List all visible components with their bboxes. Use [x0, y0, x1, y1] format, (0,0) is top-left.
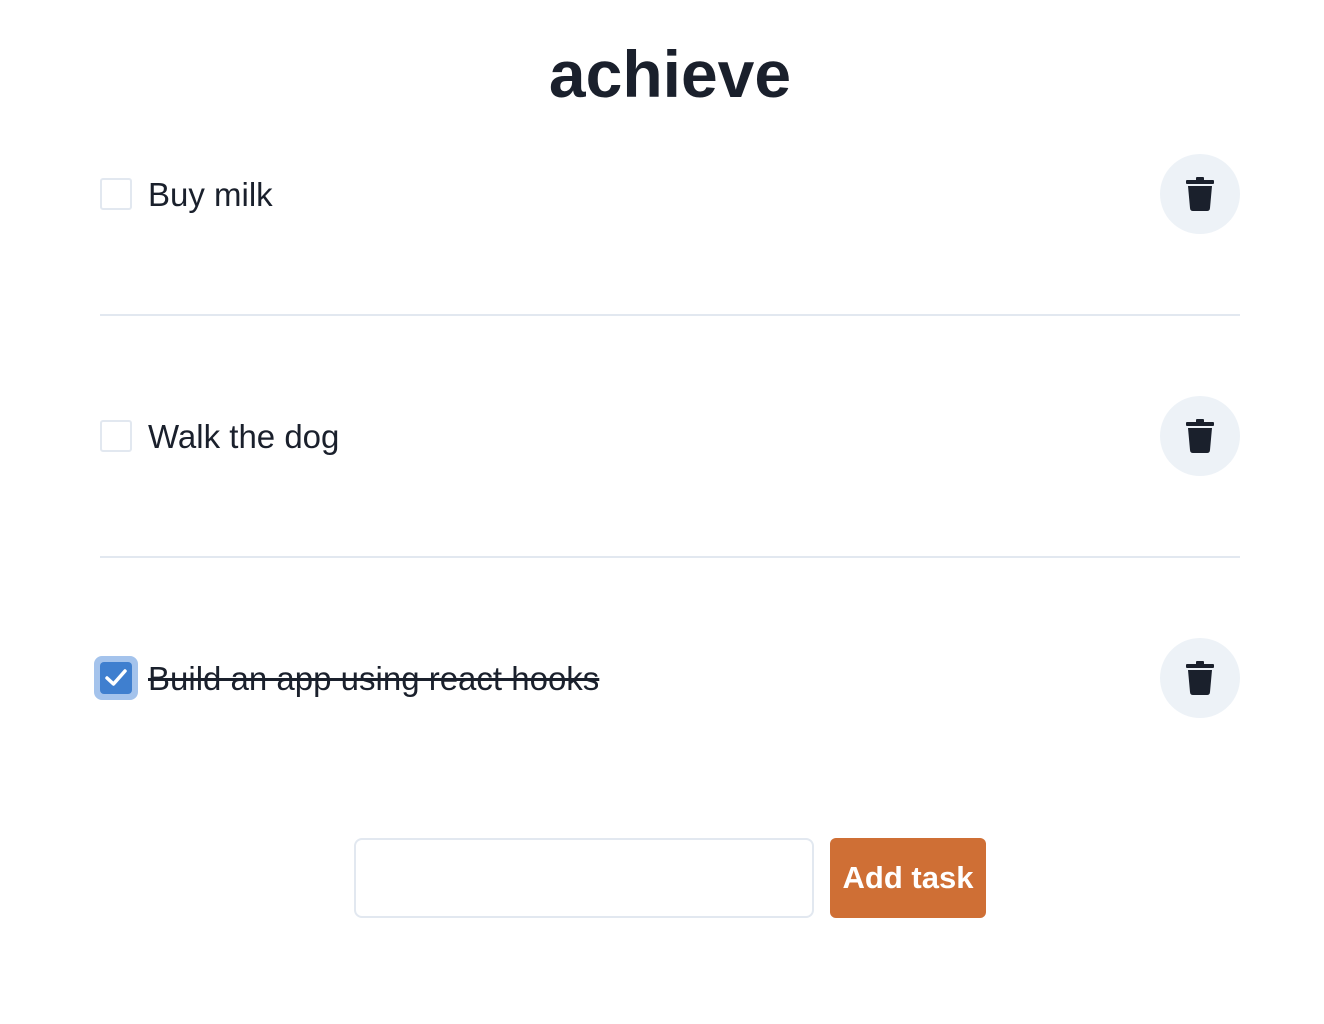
task-label-completed: Build an app using react hooks	[148, 660, 600, 697]
todo-page: achieve Buy milk Walk the dog Build an a…	[0, 0, 1324, 1024]
trash-icon	[1186, 419, 1214, 453]
task-item: Build an app using react hooks	[94, 638, 1240, 718]
task-label: Walk the dog	[148, 418, 340, 455]
add-task-button[interactable]: Add task	[830, 838, 986, 918]
task-checkbox-checked[interactable]	[94, 656, 138, 700]
delete-task-button[interactable]	[1160, 638, 1240, 718]
new-task-input[interactable]	[354, 838, 814, 918]
task-item: Buy milk	[100, 154, 1240, 234]
task-item: Walk the dog	[100, 396, 1240, 476]
task-label: Buy milk	[148, 176, 273, 213]
delete-task-button[interactable]	[1160, 396, 1240, 476]
trash-icon	[1186, 177, 1214, 211]
page-title: achieve	[548, 37, 792, 111]
task-checkbox[interactable]	[100, 178, 132, 210]
task-checkbox[interactable]	[100, 420, 132, 452]
checkmark-icon	[105, 669, 127, 686]
task-divider	[100, 556, 1240, 558]
task-divider	[100, 314, 1240, 316]
delete-task-button[interactable]	[1160, 154, 1240, 234]
add-task-form: Add task	[354, 838, 994, 918]
trash-icon	[1186, 661, 1214, 695]
